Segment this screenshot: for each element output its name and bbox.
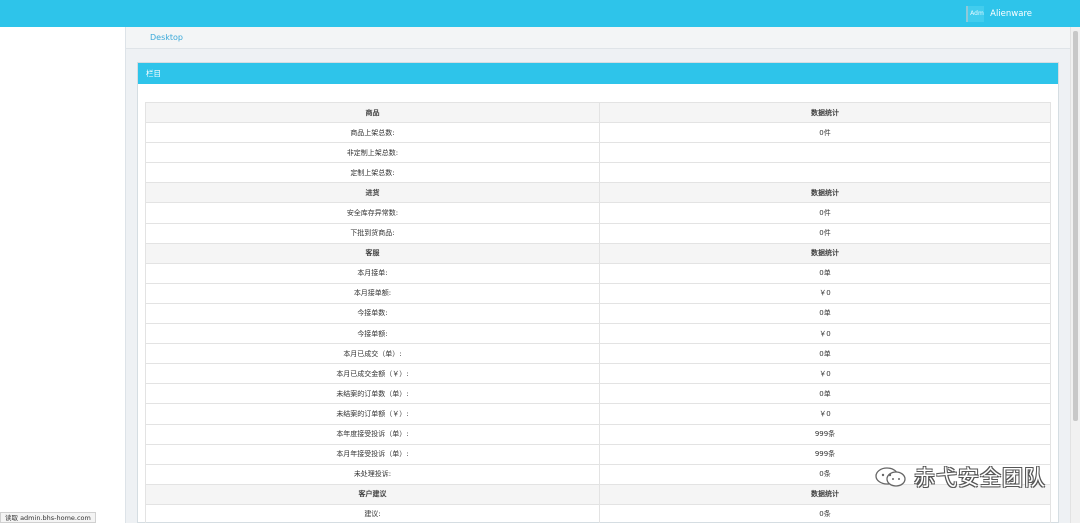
breadcrumb-desktop-link[interactable]: Desktop xyxy=(150,33,183,42)
panel-title: 栏目 xyxy=(138,63,1058,84)
stat-value: 0单 xyxy=(599,262,1051,284)
stat-value: 0件 xyxy=(599,222,1051,244)
table-row: 本年度接受投诉（单）: 999条 xyxy=(145,423,1051,445)
sidebar xyxy=(0,27,126,523)
stat-value: 0件 xyxy=(599,122,1051,144)
stat-value xyxy=(599,162,1051,184)
stat-value: ￥0 xyxy=(599,363,1051,385)
section-header-row: 进货 数据统计 xyxy=(145,182,1051,204)
table-row: 未结案的订单数（单）: 0单 xyxy=(145,383,1051,405)
table-row: 今接单数: 0单 xyxy=(145,302,1051,325)
stat-label: 未结案的订单额（￥）: xyxy=(145,403,600,425)
stat-label: 本年度接受投诉（单）: xyxy=(145,423,600,445)
table-row: 本月已成交（单）: 0单 xyxy=(145,343,1051,365)
stat-value: ￥0 xyxy=(599,323,1051,345)
section-header-row: 客服 数据统计 xyxy=(145,242,1051,264)
user-menu[interactable]: Adm Alienware xyxy=(966,6,1032,22)
table-row: 本月接单额: ￥0 xyxy=(145,282,1051,304)
user-avatar[interactable]: Adm xyxy=(966,6,985,22)
table-row: 未结案的订单额（￥）: ￥0 xyxy=(145,403,1051,425)
watermark-text: 赤弋安全团队 xyxy=(914,466,1046,490)
stat-value xyxy=(599,142,1051,164)
stat-label: 本月接单: xyxy=(145,262,600,284)
stat-value: 0条 xyxy=(599,503,1051,523)
section-header-row: 商品 数据统计 xyxy=(145,101,1051,124)
stat-label: 未结案的订单数（单）: xyxy=(145,383,600,405)
vertical-scrollbar[interactable] xyxy=(1070,27,1080,523)
stat-value: 0单 xyxy=(599,302,1051,325)
stat-label: 本月已成交金额（￥）: xyxy=(145,363,600,385)
username-label[interactable]: Alienware xyxy=(990,9,1032,19)
stat-value: ￥0 xyxy=(599,282,1051,304)
table-row: 定制上架总数: xyxy=(145,162,1051,184)
stat-label: 商品上架总数: xyxy=(145,122,600,144)
stat-label: 本月年接受投诉（单）: xyxy=(145,443,600,465)
browser-status-bar: 读取 admin.bhs-home.com xyxy=(0,512,96,523)
section-title: 商品 xyxy=(145,101,600,124)
stat-label: 本月接单额: xyxy=(145,282,600,304)
table-row: 本月接单: 0单 xyxy=(145,262,1051,284)
stat-value: 999条 xyxy=(599,423,1051,445)
stat-label: 非定制上架总数: xyxy=(145,142,600,164)
stat-label: 建议: xyxy=(145,503,600,523)
stat-label: 定制上架总数: xyxy=(145,162,600,184)
table-row: 非定制上架总数: xyxy=(145,142,1051,164)
stat-label: 今接单额: xyxy=(145,323,600,345)
stat-value: 0件 xyxy=(599,202,1051,224)
table-row: 今接单额: ￥0 xyxy=(145,323,1051,345)
table-row: 商品上架总数: 0件 xyxy=(145,122,1051,144)
section-title: 客户建议 xyxy=(145,483,600,505)
stat-label: 下批到货商品: xyxy=(145,222,600,244)
scrollbar-thumb[interactable] xyxy=(1073,31,1078,421)
watermark: 赤弋安全团队 xyxy=(874,462,1046,492)
stat-value: 0单 xyxy=(599,383,1051,405)
section-title: 进货 xyxy=(145,182,600,204)
stats-table: 商品 数据统计 商品上架总数: 0件 非定制上架总数: 定制上架总数: 进货 数据统计 安全库存… xyxy=(145,101,1051,523)
stat-label: 今接单数: xyxy=(145,302,600,325)
table-row: 下批到货商品: 0件 xyxy=(145,222,1051,244)
wechat-icon xyxy=(874,466,908,488)
stat-label: 安全库存异常数: xyxy=(145,202,600,224)
section-stat-header: 数据统计 xyxy=(599,242,1051,264)
section-stat-header: 数据统计 xyxy=(599,101,1051,124)
table-row: 建议: 0条 xyxy=(145,503,1051,523)
section-stat-header: 数据统计 xyxy=(599,182,1051,204)
stats-panel: 栏目 商品 数据统计 商品上架总数: 0件 非定制上架总数: 定制上架总数: 进货 数据统计安… xyxy=(137,62,1059,523)
stat-value: 0单 xyxy=(599,343,1051,365)
stat-label: 本月已成交（单）: xyxy=(145,343,600,365)
table-row: 本月已成交金额（￥）: ￥0 xyxy=(145,363,1051,385)
stat-value: ￥0 xyxy=(599,403,1051,425)
breadcrumb: Desktop xyxy=(126,27,1070,49)
table-row: 安全库存异常数: 0件 xyxy=(145,202,1051,224)
top-navigation-bar: Adm Alienware xyxy=(0,0,1080,27)
section-title: 客服 xyxy=(145,242,600,264)
stat-label: 未处理投诉: xyxy=(145,463,600,485)
